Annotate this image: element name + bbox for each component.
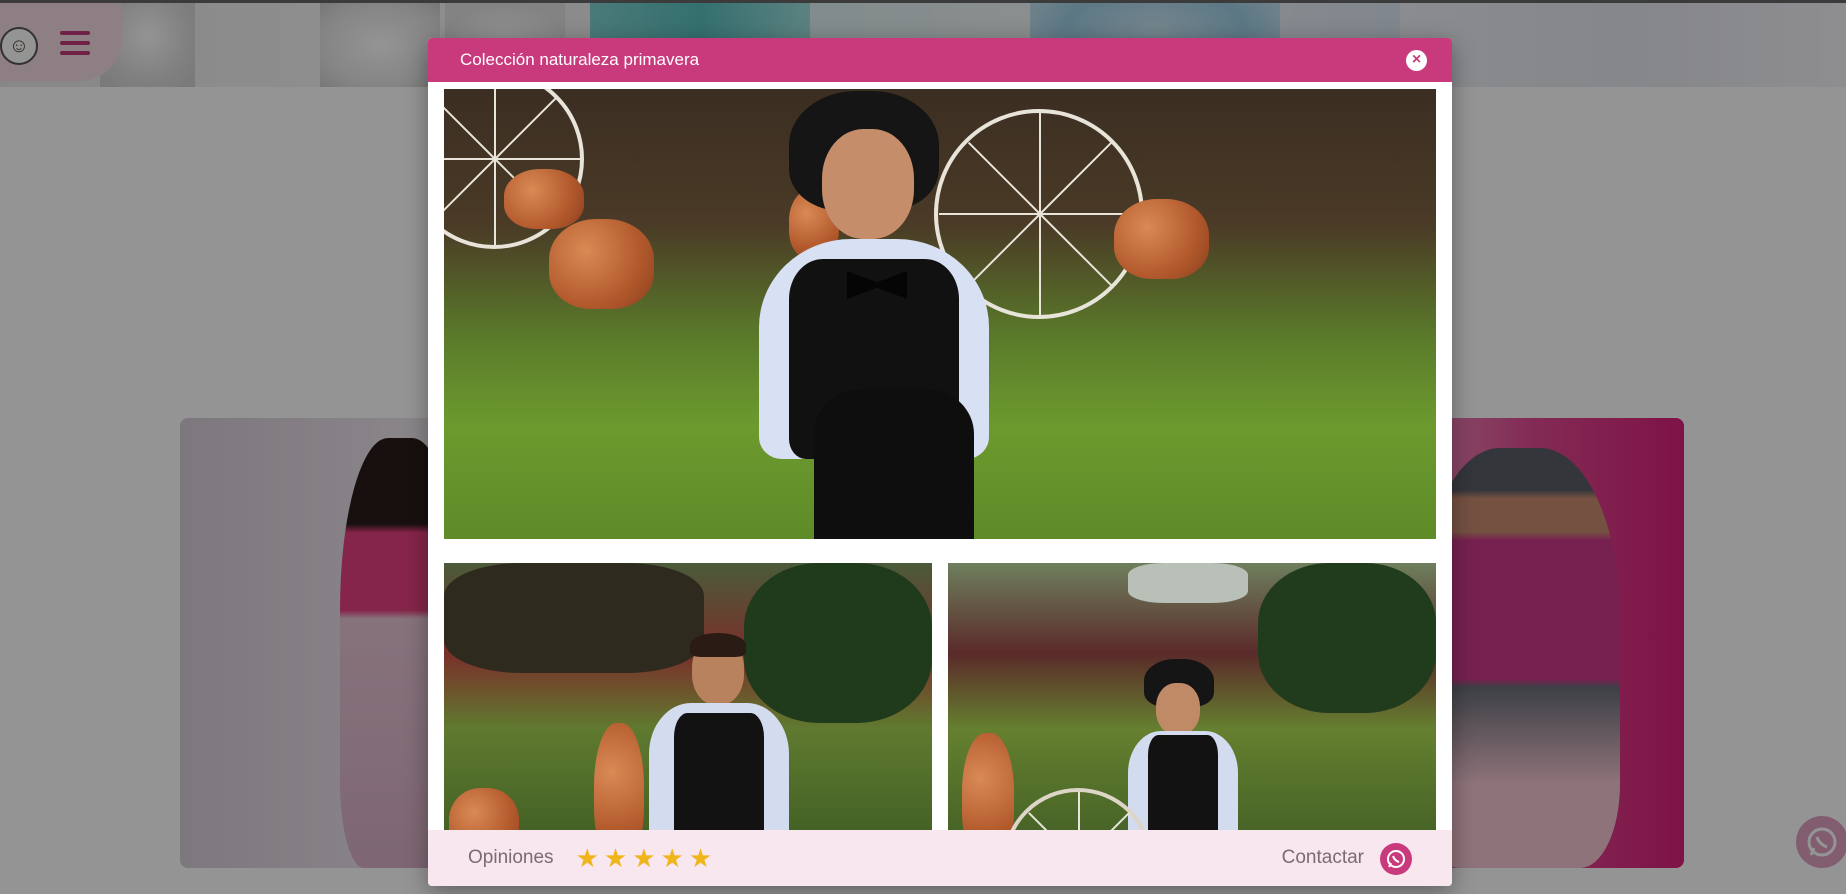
star-icon[interactable]: ★ xyxy=(604,845,627,871)
wheel-spoke xyxy=(494,97,557,160)
contact-link[interactable]: Contactar xyxy=(1282,847,1364,869)
collection-modal: Colección naturaleza primavera × Opinion… xyxy=(428,38,1452,886)
whatsapp-icon xyxy=(1387,850,1405,868)
modal-title: Colección naturaleza primavera xyxy=(460,50,700,69)
child-legs xyxy=(814,389,974,539)
star-icon[interactable]: ★ xyxy=(632,845,655,871)
wheel-spoke xyxy=(494,89,496,159)
wheel-spoke xyxy=(1039,214,1041,315)
gallery-photo-left[interactable] xyxy=(444,563,932,865)
wheel-spoke xyxy=(1039,213,1113,287)
star-icon[interactable]: ★ xyxy=(689,845,712,871)
star-icon[interactable]: ★ xyxy=(576,845,599,871)
clay-pot xyxy=(549,219,654,309)
wheel-spoke xyxy=(495,158,581,160)
clay-pot xyxy=(504,169,584,229)
wheel-spoke xyxy=(444,97,496,160)
clay-pot xyxy=(1114,199,1209,279)
photo-gallery xyxy=(444,89,1436,865)
wheel-spoke xyxy=(967,141,1041,215)
star-icon[interactable]: ★ xyxy=(661,845,684,871)
modal-header: Colección naturaleza primavera × xyxy=(428,38,1452,82)
child-face xyxy=(822,129,914,239)
gallery-photo-main[interactable] xyxy=(444,89,1436,539)
child-head xyxy=(1156,683,1200,735)
wheel-spoke xyxy=(444,158,495,160)
close-icon: × xyxy=(1411,51,1422,68)
wheel-spoke xyxy=(939,213,1040,215)
wheel-spoke xyxy=(1039,113,1041,214)
contact-whatsapp-button[interactable] xyxy=(1380,843,1412,875)
wheel-spoke xyxy=(494,159,496,245)
foliage xyxy=(1258,563,1436,713)
gallery-photo-right[interactable] xyxy=(948,563,1436,865)
close-button[interactable]: × xyxy=(1406,50,1427,71)
wheel-spoke xyxy=(967,213,1041,287)
child-hair xyxy=(690,633,746,657)
opinions-link[interactable]: Opiniones xyxy=(468,847,554,869)
foliage xyxy=(744,563,932,723)
modal-footer: Opiniones ★ ★ ★ ★ ★ Contactar xyxy=(428,830,1452,886)
wheel-spoke xyxy=(1039,141,1113,215)
rating-stars[interactable]: ★ ★ ★ ★ ★ xyxy=(576,845,713,871)
sky xyxy=(1128,563,1248,603)
wheel-spoke xyxy=(444,158,496,221)
foliage xyxy=(444,563,704,673)
